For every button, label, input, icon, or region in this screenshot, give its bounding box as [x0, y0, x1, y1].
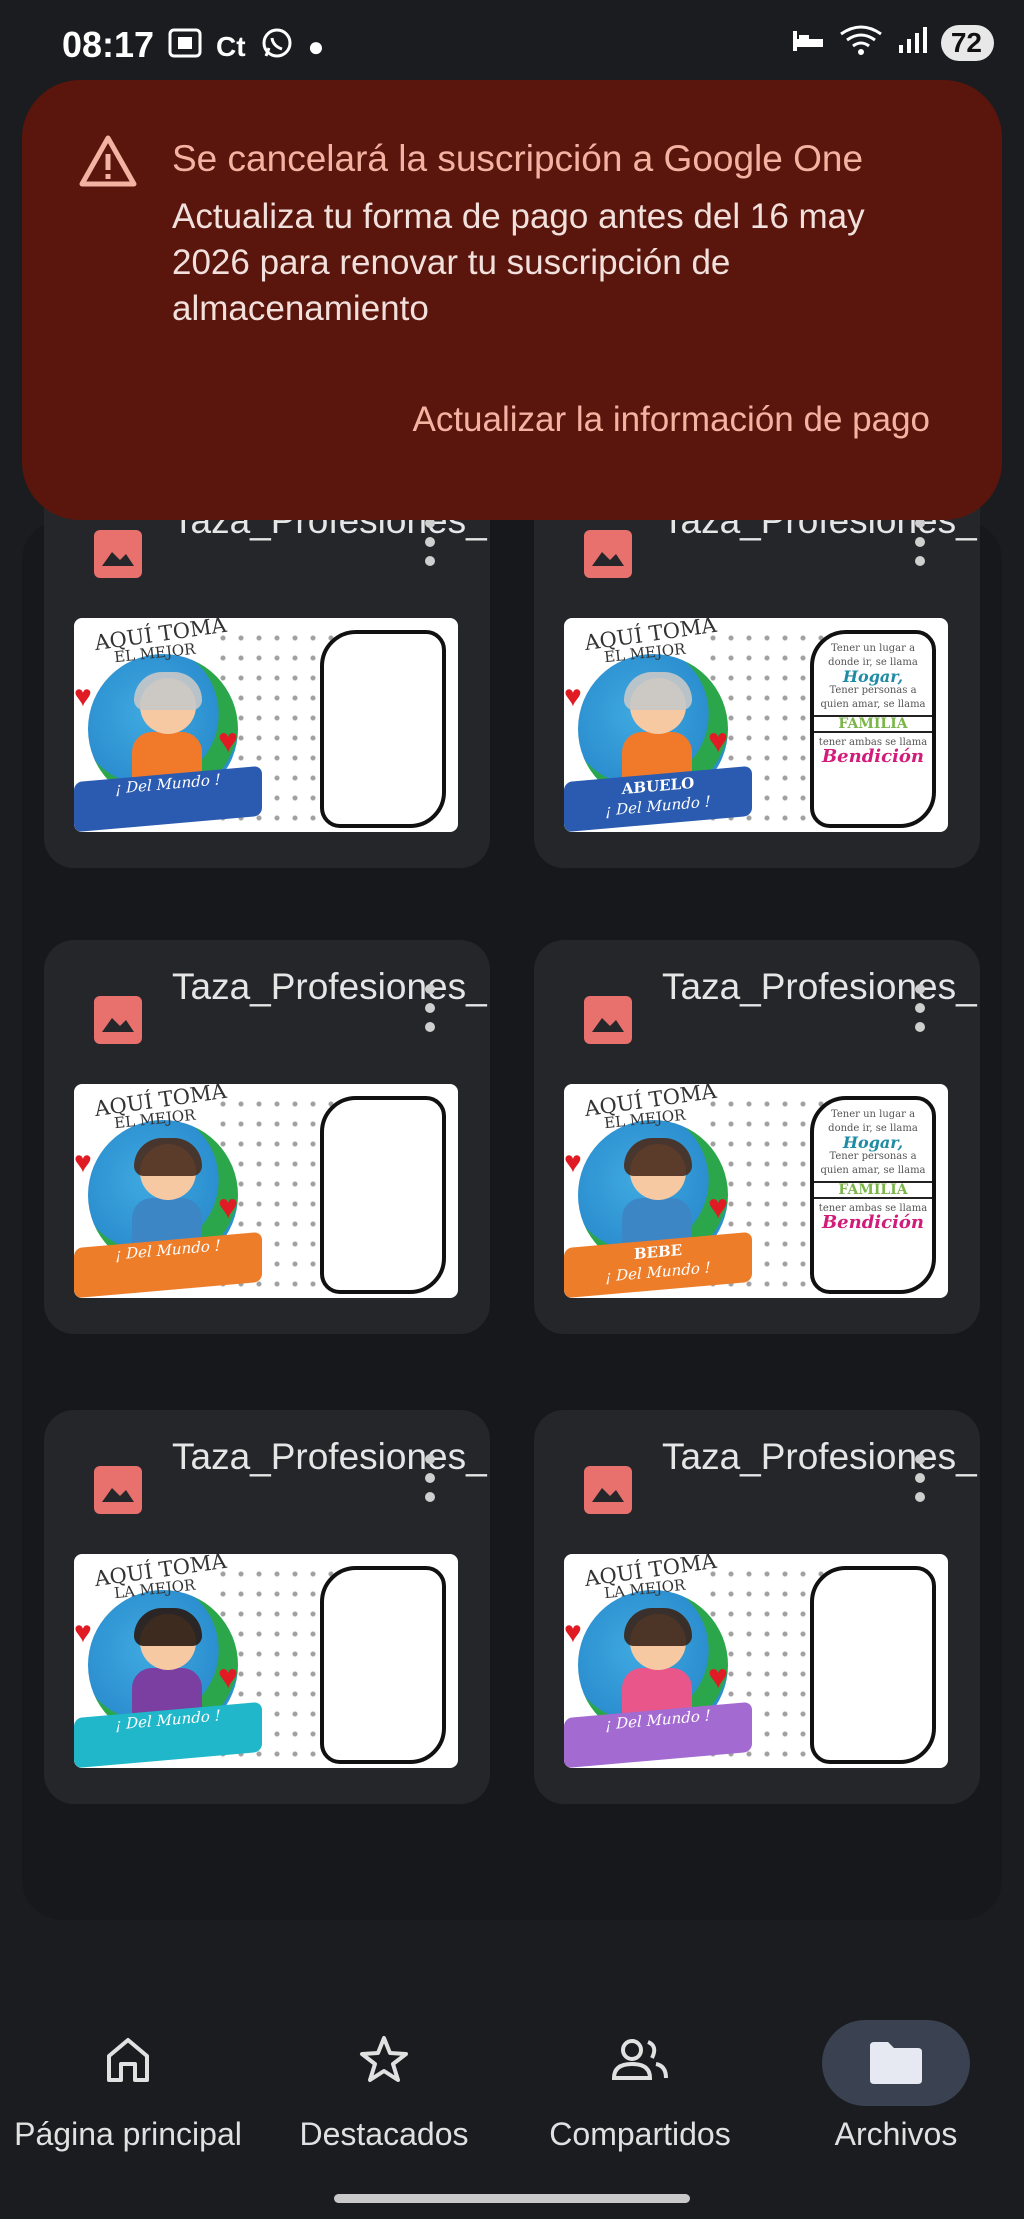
nav-label-starred: Destacados [299, 2116, 469, 2152]
file-name: Taza_Profesiones_... [172, 966, 490, 1007]
heart-icon: ♥ [564, 680, 582, 713]
more-options-icon[interactable] [914, 518, 926, 574]
file-card[interactable]: Taza_Profesiones_... ♥ ♥ AQUÍ TOMA EL ME… [44, 474, 490, 868]
folder-icon [870, 2042, 922, 2084]
dot-icon: ● [307, 30, 325, 62]
file-name: Taza_Profesiones_... [662, 1436, 980, 1477]
more-options-icon[interactable] [424, 984, 436, 1040]
heart-icon: ♥ [708, 722, 729, 760]
home-icon [107, 2038, 149, 2082]
status-time: 08:17 [62, 24, 155, 65]
bottom-navigation: Página principal Destacados Compartidos … [0, 1990, 1024, 2219]
frame-line: Tener un lugar a donde ir, se llama [828, 643, 918, 668]
more-options-icon[interactable] [424, 518, 436, 574]
file-card[interactable]: Taza_Profesiones_... ♥ ♥ AQUÍ TOMA LA ME… [44, 1410, 490, 1804]
frame-line: Tener un lugar a donde ir, se llama [828, 1109, 918, 1134]
file-thumbnail[interactable]: ♥ ♥ AQUÍ TOMA LA MEJOR ¡ Del Mundo ! [564, 1554, 948, 1768]
file-name: Taza_Profesiones_... [172, 1436, 490, 1477]
text-frame [320, 1096, 446, 1294]
nav-label-files: Archivos [834, 2116, 958, 2152]
ct-icon: Ct [216, 30, 246, 62]
text-frame: Tener un lugar a donde ir, se llama Hoga… [810, 630, 936, 828]
nav-item-home[interactable]: Página principal [0, 2020, 256, 2153]
file-thumbnail[interactable]: ♥ ♥ AQUÍ TOMA EL MEJOR ¡ Del Mundo ! [74, 618, 458, 832]
frame-familia: FAMILIA [814, 1181, 932, 1199]
text-frame [320, 1566, 446, 1764]
whatsapp-icon [260, 26, 294, 67]
heart-icon: ♥ [74, 1616, 92, 1649]
screenshot-icon [168, 28, 202, 65]
file-thumbnail[interactable]: ♥ ♥ AQUÍ TOMA EL MEJOR BEBE ¡ Del Mundo … [564, 1084, 948, 1298]
battery-indicator: 72 [940, 24, 994, 61]
star-icon [360, 2036, 408, 2082]
text-frame [320, 630, 446, 828]
image-file-icon [94, 530, 142, 578]
heart-icon: ♥ [218, 1658, 239, 1696]
people-icon [611, 2039, 668, 2080]
nav-label-shared: Compartidos [549, 2116, 731, 2152]
subscription-warning-banner: Se cancelará la suscripción a Google One… [22, 80, 1002, 520]
wifi-icon [839, 24, 883, 61]
heart-icon: ♥ [74, 680, 92, 713]
heart-icon: ♥ [218, 722, 239, 760]
file-card[interactable]: Taza_Profesiones_... ♥ ♥ AQUÍ TOMA EL ME… [534, 474, 980, 868]
sleep-icon [791, 27, 825, 58]
text-frame: Tener un lugar a donde ir, se llama Hoga… [810, 1096, 936, 1294]
nav-label-home: Página principal [14, 2116, 242, 2152]
frame-line: Tener personas a quien amar, se llama [820, 685, 926, 710]
heart-icon: ♥ [564, 1146, 582, 1179]
file-name: Taza_Profesiones_... [662, 966, 980, 1007]
file-thumbnail[interactable]: ♥ ♥ AQUÍ TOMA EL MEJOR ABUELO ¡ Del Mund… [564, 618, 948, 832]
frame-line: Tener personas a quien amar, se llama [820, 1151, 926, 1176]
text-frame [810, 1566, 936, 1764]
file-thumbnail[interactable]: ♥ ♥ AQUÍ TOMA LA MEJOR ¡ Del Mundo ! [74, 1554, 458, 1768]
status-right-icons: 72 [791, 24, 994, 61]
warning-icon [78, 134, 138, 193]
heart-icon: ♥ [218, 1188, 239, 1226]
nav-item-shared[interactable]: Compartidos [512, 2020, 768, 2153]
signal-icon [897, 25, 927, 60]
file-card[interactable]: Taza_Profesiones_... ♥ ♥ AQUÍ TOMA EL ME… [44, 940, 490, 1334]
more-options-icon[interactable] [914, 984, 926, 1040]
image-file-icon [584, 530, 632, 578]
file-thumbnail[interactable]: ♥ ♥ AQUÍ TOMA EL MEJOR ¡ Del Mundo ! [74, 1084, 458, 1298]
heart-icon: ♥ [708, 1188, 729, 1226]
banner-title: Se cancelará la suscripción a Google One [172, 138, 864, 179]
image-file-icon [584, 996, 632, 1044]
file-card[interactable]: Taza_Profesiones_... ♥ ♥ AQUÍ TOMA EL ME… [534, 940, 980, 1334]
frame-hogar: Hogar, [842, 667, 904, 686]
nav-item-starred[interactable]: Destacados [256, 2020, 512, 2153]
heart-icon: ♥ [708, 1658, 729, 1696]
frame-bendicion: Bendición [821, 746, 925, 767]
frame-hogar: Hogar, [842, 1133, 904, 1152]
frame-bendicion: Bendición [821, 1212, 925, 1233]
banner-message: Actualiza tu forma de pago antes del 16 … [172, 197, 865, 328]
more-options-icon[interactable] [424, 1454, 436, 1510]
gesture-bar[interactable] [334, 2194, 690, 2203]
status-left-icons: Ct ● [168, 26, 324, 67]
image-file-icon [584, 1466, 632, 1514]
frame-familia: FAMILIA [814, 715, 932, 733]
nav-item-files[interactable]: Archivos [768, 2020, 1024, 2153]
heart-icon: ♥ [74, 1146, 92, 1179]
file-card[interactable]: Taza_Profesiones_... ♥ ♥ AQUÍ TOMA LA ME… [534, 1410, 980, 1804]
heart-icon: ♥ [564, 1616, 582, 1649]
more-options-icon[interactable] [914, 1454, 926, 1510]
update-payment-button[interactable]: Actualizar la información de pago [412, 400, 930, 440]
image-file-icon [94, 1466, 142, 1514]
image-file-icon [94, 996, 142, 1044]
